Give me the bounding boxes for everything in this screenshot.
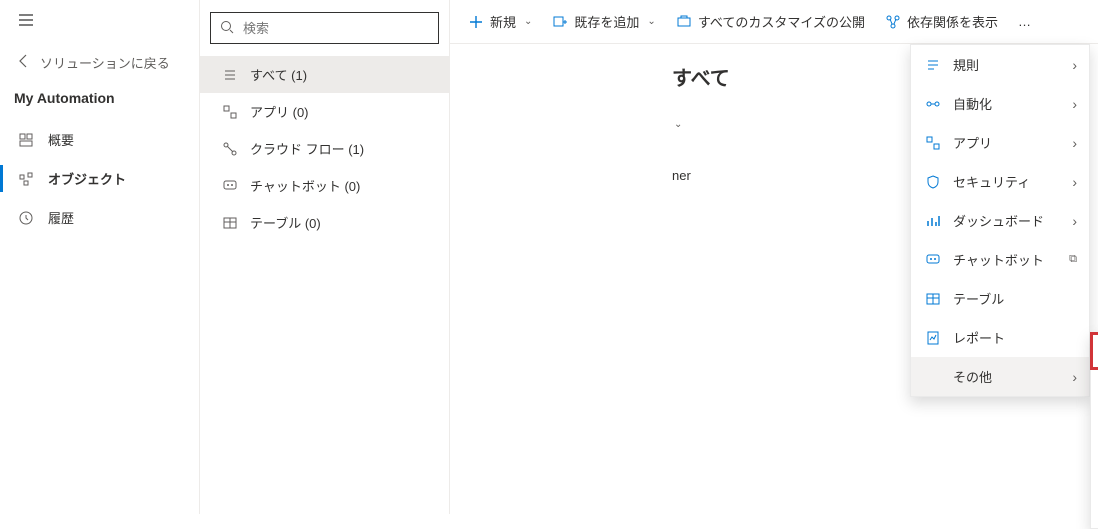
cmd-add-existing[interactable]: 既存を追加 ⌄ bbox=[544, 6, 663, 37]
cmd-label: すべてのカスタマイズの公開 bbox=[698, 12, 865, 31]
overview-icon bbox=[18, 132, 34, 148]
cmd-label: 依存関係を表示 bbox=[907, 12, 998, 31]
chevron-down-icon: ⌄ bbox=[524, 16, 532, 27]
other-submenu: 環境変数 接続参照 接続ロール 設定 選択肢 bbox=[1090, 332, 1098, 529]
list-icon bbox=[222, 67, 238, 83]
search-input[interactable] bbox=[243, 21, 430, 36]
filter-apps[interactable]: アプリ (0) bbox=[200, 93, 449, 130]
submenu-settings[interactable]: 設定 bbox=[1091, 450, 1098, 489]
app-icon bbox=[925, 135, 941, 151]
cmd-label: 新規 bbox=[490, 12, 516, 31]
filter-label: チャットボット (0) bbox=[250, 176, 360, 195]
automation-icon bbox=[925, 96, 941, 112]
submenu-connection-role[interactable]: 接続ロール bbox=[1091, 411, 1098, 450]
shield-icon bbox=[925, 174, 941, 190]
chevron-down-icon: ⌄ bbox=[647, 16, 655, 27]
nav-label: 概要 bbox=[48, 130, 74, 149]
col-chevron[interactable]: ⌄ bbox=[674, 119, 682, 130]
cmd-label: 既存を追加 bbox=[574, 12, 639, 31]
report-icon bbox=[925, 330, 941, 346]
table-icon bbox=[925, 291, 941, 307]
menu-other[interactable]: その他 bbox=[911, 357, 1089, 396]
filter-cloudflows[interactable]: クラウド フロー (1) bbox=[200, 130, 449, 167]
overflow-icon: … bbox=[1018, 14, 1031, 29]
search-box[interactable] bbox=[210, 12, 439, 44]
submenu-connection-ref[interactable]: 接続参照 bbox=[1091, 372, 1098, 411]
command-bar: 新規 ⌄ 既存を追加 ⌄ すべてのカスタマイズの公開 依存関係を表示 … bbox=[450, 0, 1098, 44]
dashboard-icon bbox=[925, 213, 941, 229]
menu-rules[interactable]: 規則 bbox=[911, 45, 1089, 84]
menu-app[interactable]: アプリ bbox=[911, 123, 1089, 162]
menu-chatbot[interactable]: チャットボット bbox=[911, 240, 1089, 279]
objects-icon bbox=[18, 171, 34, 187]
menu-security[interactable]: セキュリティ bbox=[911, 162, 1089, 201]
cmd-new[interactable]: 新規 ⌄ bbox=[460, 6, 540, 37]
filter-column: すべて (1) アプリ (0) クラウド フロー (1) チャットボット (0)… bbox=[200, 0, 450, 514]
hamburger-icon[interactable] bbox=[18, 16, 34, 31]
filter-label: すべて (1) bbox=[250, 65, 307, 84]
menu-report[interactable]: レポート bbox=[911, 318, 1089, 357]
back-to-solutions[interactable]: ソリューションに戻る bbox=[0, 43, 199, 82]
submenu-choices[interactable]: 選択肢 bbox=[1091, 489, 1098, 528]
chatbot-icon bbox=[925, 252, 941, 268]
cmd-show-deps[interactable]: 依存関係を表示 bbox=[877, 6, 1006, 37]
left-sidebar: ソリューションに戻る My Automation 概要 オブジェクト 履歴 bbox=[0, 0, 200, 514]
filter-all[interactable]: すべて (1) bbox=[200, 56, 449, 93]
filter-label: アプリ (0) bbox=[250, 102, 309, 121]
nav-history[interactable]: 履歴 bbox=[0, 198, 199, 237]
add-existing-icon bbox=[552, 14, 568, 30]
table-icon bbox=[222, 215, 238, 231]
menu-table[interactable]: テーブル bbox=[911, 279, 1089, 318]
filter-label: テーブル (0) bbox=[250, 213, 321, 232]
deps-icon bbox=[885, 14, 901, 30]
publish-icon bbox=[676, 14, 692, 30]
menu-automation[interactable]: 自動化 bbox=[911, 84, 1089, 123]
app-icon bbox=[222, 104, 238, 120]
solution-name: My Automation bbox=[0, 82, 199, 120]
row-display: ner bbox=[672, 168, 691, 183]
nav-label: オブジェクト bbox=[48, 169, 126, 188]
history-icon bbox=[18, 210, 34, 226]
rules-icon bbox=[925, 57, 941, 73]
flow-icon bbox=[222, 141, 238, 157]
filter-label: クラウド フロー (1) bbox=[250, 139, 364, 158]
back-arrow-icon bbox=[16, 53, 32, 72]
cmd-overflow[interactable]: … bbox=[1010, 8, 1039, 35]
submenu-env-variable[interactable]: 環境変数 bbox=[1091, 333, 1098, 372]
nav-overview[interactable]: 概要 bbox=[0, 120, 199, 159]
main-area: 新規 ⌄ 既存を追加 ⌄ すべてのカスタマイズの公開 依存関係を表示 … すべて bbox=[450, 0, 1098, 514]
cmd-publish-all[interactable]: すべてのカスタマイズの公開 bbox=[668, 6, 873, 37]
new-menu: 規則 自動化 アプリ セキュリティ ダッシュボード チャットボット テーブル レ… bbox=[910, 44, 1090, 397]
search-icon bbox=[219, 19, 235, 38]
menu-dashboard[interactable]: ダッシュボード bbox=[911, 201, 1089, 240]
filter-chatbots[interactable]: チャットボット (0) bbox=[200, 167, 449, 204]
chatbot-icon bbox=[222, 178, 238, 194]
nav-label: 履歴 bbox=[48, 208, 74, 227]
filter-tables[interactable]: テーブル (0) bbox=[200, 204, 449, 241]
back-label: ソリューションに戻る bbox=[40, 53, 170, 72]
plus-icon bbox=[468, 14, 484, 30]
nav-objects[interactable]: オブジェクト bbox=[0, 159, 199, 198]
